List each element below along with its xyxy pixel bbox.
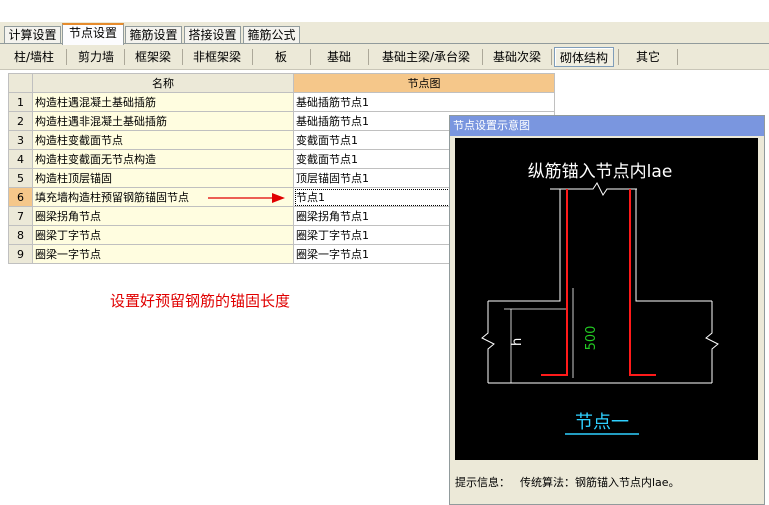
name-cell: 构造柱顶层锚固 (32, 168, 294, 188)
row-number: 8 (8, 225, 33, 245)
dim-label-500: 500 (584, 326, 599, 351)
name-cell: 圈梁丁字节点 (32, 225, 294, 245)
table-row[interactable]: 1 构造柱遇混凝土基础插筋 基础插筋节点1 (8, 92, 555, 112)
node-cell[interactable]: 基础插筋节点1 (293, 92, 555, 112)
row-number: 2 (8, 111, 33, 131)
separator (368, 49, 369, 65)
red-arrow-annotation (208, 193, 285, 203)
subtab-foundation[interactable]: 基础 (314, 47, 364, 67)
tab-calc-settings[interactable]: 计算设置 (4, 26, 61, 44)
separator (252, 49, 253, 65)
subtab-slab[interactable]: 板 (256, 47, 306, 67)
subtab-other[interactable]: 其它 (622, 47, 674, 67)
node-diagram-canvas: 纵筋锚入节点内lae h 500 节点一 (455, 138, 758, 460)
member-type-toolbar: 柱/墙柱 剪力墙 框架梁 非框架梁 板 基础 基础主梁/承台梁 基础次梁 砌体结… (0, 44, 769, 70)
tab-stirrup-settings[interactable]: 箍筋设置 (125, 26, 182, 44)
row-number: 1 (8, 92, 33, 112)
subtab-nonframe-beam[interactable]: 非框架梁 (186, 47, 248, 67)
diagram-title: 纵筋锚入节点内lae (528, 162, 673, 182)
tab-lap-settings[interactable]: 搭接设置 (184, 26, 241, 44)
table-header-row: 名称 节点图 (8, 73, 555, 93)
name-cell: 圈梁一字节点 (32, 244, 294, 264)
name-cell: 构造柱变截面节点 (32, 130, 294, 150)
name-cell: 构造柱遇混凝土基础插筋 (32, 92, 294, 112)
subtab-masonry[interactable]: 砌体结构 (554, 47, 614, 67)
separator (124, 49, 125, 65)
separator (618, 49, 619, 65)
break-line-top (550, 182, 637, 196)
top-tab-strip: 计算设置 节点设置 箍筋设置 搭接设置 箍筋公式 (0, 22, 769, 45)
separator (677, 49, 678, 65)
break-line-left (481, 301, 495, 383)
tab-stirrup-formula[interactable]: 箍筋公式 (243, 26, 300, 44)
column-header-node[interactable]: 节点图 (293, 73, 555, 93)
hint-text: 传统算法：钢筋锚入节点内lae。 (520, 476, 680, 489)
node-caption: 节点一 (575, 412, 629, 433)
row-number: 7 (8, 206, 33, 226)
row-number: 9 (8, 244, 33, 264)
name-cell: 构造柱变截面无节点构造 (32, 149, 294, 169)
separator (66, 49, 67, 65)
subtab-foundation-secondary-beam[interactable]: 基础次梁 (486, 47, 548, 67)
column-left-edge (488, 189, 561, 302)
dim-label-h: h (510, 338, 525, 346)
name-cell: 圈梁拐角节点 (32, 206, 294, 226)
row-number: 3 (8, 130, 33, 150)
node-diagram: 纵筋锚入节点内lae h 500 节点一 (481, 162, 719, 435)
separator (482, 49, 483, 65)
panel-title: 节点设置示意图 (450, 116, 764, 136)
rebar-right (629, 189, 656, 376)
subtab-column[interactable]: 柱/墙柱 (4, 47, 64, 67)
tab-node-settings[interactable]: 节点设置 (62, 23, 124, 45)
subtab-shear-wall[interactable]: 剪力墙 (70, 47, 122, 67)
row-number-header (8, 73, 33, 93)
separator (551, 49, 552, 65)
separator (182, 49, 183, 65)
column-header-name[interactable]: 名称 (32, 73, 294, 93)
annotation-text: 设置好预留钢筋的锚固长度 (110, 292, 291, 310)
column-right-edge (635, 189, 712, 302)
node-diagram-panel: 节点设置示意图 纵筋锚入节点内lae h 500 节点一 提示信息： 传统算法：… (449, 115, 765, 505)
name-cell: 构造柱遇非混凝土基础插筋 (32, 111, 294, 131)
subtab-foundation-main-beam[interactable]: 基础主梁/承台梁 (372, 47, 480, 67)
break-line-right (705, 301, 719, 383)
hint-label: 提示信息： (455, 476, 510, 489)
separator (310, 49, 311, 65)
subtab-frame-beam[interactable]: 框架梁 (128, 47, 178, 67)
rebar-left (541, 189, 568, 376)
row-number: 5 (8, 168, 33, 188)
row-number: 6 (8, 187, 33, 207)
row-number: 4 (8, 149, 33, 169)
